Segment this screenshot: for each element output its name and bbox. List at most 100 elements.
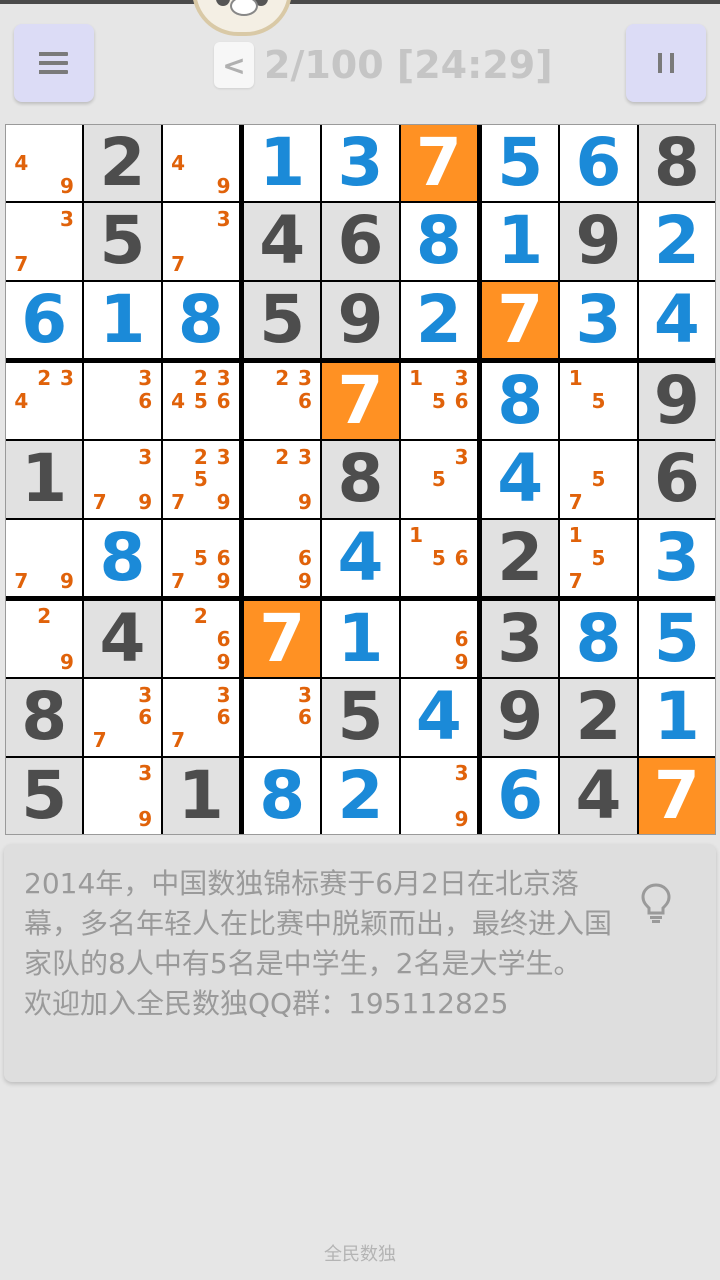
cell-r2c8[interactable]: 9 [560,203,637,280]
cell-r1c8[interactable]: 6 [560,125,637,202]
cell-r1c7[interactable]: 5 [482,125,559,202]
cell-r3c8[interactable]: 3 [560,281,637,358]
cell-r7c3[interactable]: 269 [162,601,239,678]
cell-r2c2[interactable]: 5 [84,203,161,280]
cell-digit: 7 [259,601,306,678]
previous-level-button[interactable]: < [214,42,254,88]
cell-r5c4[interactable]: 23 9 [244,441,321,518]
cell-r9c8[interactable]: 4 [560,757,637,834]
cell-r8c1[interactable]: 8 [6,679,83,756]
cell-r7c1[interactable]: 29 [6,601,83,678]
cell-r1c2[interactable]: 2 [84,125,161,202]
cell-r8c8[interactable]: 2 [560,679,637,756]
cell-r8c6[interactable]: 4 [400,679,477,756]
cell-r2c6[interactable]: 8 [400,203,477,280]
candidate-notes: 69 [405,605,473,674]
candidate-notes: 57 [564,445,632,514]
cell-r4c9[interactable]: 9 [638,363,715,440]
cell-r3c5[interactable]: 9 [322,281,399,358]
cell-digit: 2 [575,679,622,756]
cell-r7c9[interactable]: 5 [638,601,715,678]
cell-r3c4[interactable]: 5 [244,281,321,358]
cell-r4c7[interactable]: 8 [482,363,559,440]
cell-r3c6[interactable]: 2 [400,281,477,358]
candidate-notes: 49 [167,129,235,198]
cell-r5c3[interactable]: 2357 9 [162,441,239,518]
candidate-note: 7 [171,568,185,593]
candidate-note: 1 [409,366,423,391]
cell-r7c6[interactable]: 69 [400,601,477,678]
cell-r5c6[interactable]: 35 [400,441,477,518]
cell-r4c3[interactable]: 23 456 [162,363,239,440]
cell-r8c9[interactable]: 1 [638,679,715,756]
menu-button[interactable] [14,24,94,102]
level-timer-label: 2/100 [24:29] [264,43,553,87]
cell-r3c1[interactable]: 6 [6,281,83,358]
candidate-notes: 29 [10,604,78,674]
cell-r4c5[interactable]: 7 [322,363,399,440]
cell-r9c7[interactable]: 6 [482,757,559,834]
cell-r1c6[interactable]: 7 [400,125,477,202]
cell-r6c7[interactable]: 2 [482,519,559,596]
cell-r5c7[interactable]: 4 [482,441,559,518]
cell-r5c9[interactable]: 6 [638,441,715,518]
cell-r7c8[interactable]: 8 [560,601,637,678]
cell-r8c2[interactable]: 36 7 [84,679,161,756]
cell-r2c5[interactable]: 6 [322,203,399,280]
cell-r6c2[interactable]: 8 [84,519,161,596]
cell-r3c7[interactable]: 7 [482,281,559,358]
cell-r6c5[interactable]: 4 [322,519,399,596]
cell-r8c4[interactable]: 36 [244,679,321,756]
cell-r9c1[interactable]: 5 [6,757,83,834]
cell-digit: 6 [575,125,622,202]
cell-r9c9[interactable]: 7 [638,757,715,834]
cell-r6c8[interactable]: 157 [560,519,637,596]
cell-r7c7[interactable]: 3 [482,601,559,678]
cell-r9c4[interactable]: 8 [244,757,321,834]
cell-r1c3[interactable]: 49 [162,125,239,202]
cell-r9c2[interactable]: 39 [84,757,161,834]
cell-r6c3[interactable]: 56 7 9 [162,519,239,596]
cell-r4c6[interactable]: 1 356 [400,363,477,440]
cell-r7c5[interactable]: 1 [322,601,399,678]
cell-digit: 5 [99,203,146,280]
cell-r9c6[interactable]: 39 [400,757,477,834]
candidate-note: 5 [431,467,446,492]
cell-r6c1[interactable]: 79 [6,519,83,596]
cell-r7c4[interactable]: 7 [244,601,321,678]
cell-r2c7[interactable]: 1 [482,203,559,280]
cell-r7c2[interactable]: 4 [84,601,161,678]
cell-r3c2[interactable]: 1 [84,281,161,358]
cell-r1c1[interactable]: 49 [6,125,83,202]
cell-r6c6[interactable]: 156 [400,519,477,596]
cell-r4c1[interactable]: 23 4 [6,363,83,440]
cell-r8c7[interactable]: 9 [482,679,559,756]
cell-r6c9[interactable]: 3 [638,519,715,596]
cell-r4c4[interactable]: 236 [244,363,321,440]
cell-r2c9[interactable]: 2 [638,203,715,280]
cell-r8c5[interactable]: 5 [322,679,399,756]
cell-r3c3[interactable]: 8 [162,281,239,358]
cell-r2c3[interactable]: 37 [162,203,239,280]
cell-digit: 3 [653,519,700,596]
cell-r6c4[interactable]: 69 [244,519,321,596]
lightbulb-icon[interactable] [640,882,672,924]
cell-r3c9[interactable]: 4 [638,281,715,358]
cell-digit: 3 [497,601,544,678]
candidate-note: 9 [138,806,153,831]
pause-button[interactable] [626,24,706,102]
cell-r2c4[interactable]: 4 [244,203,321,280]
cell-r9c5[interactable]: 2 [322,757,399,834]
cell-r5c8[interactable]: 57 [560,441,637,518]
cell-r5c2[interactable]: 3 7 9 [84,441,161,518]
cell-r5c5[interactable]: 8 [322,441,399,518]
cell-r1c4[interactable]: 1 [244,125,321,202]
cell-r5c1[interactable]: 1 [6,441,83,518]
cell-r1c5[interactable]: 3 [322,125,399,202]
cell-r9c3[interactable]: 1 [162,757,239,834]
cell-r4c2[interactable]: 36 [84,363,161,440]
cell-r8c3[interactable]: 36 7 [162,679,239,756]
cell-r2c1[interactable]: 37 [6,203,83,280]
cell-r1c9[interactable]: 8 [638,125,715,202]
cell-r4c8[interactable]: 15 [560,363,637,440]
